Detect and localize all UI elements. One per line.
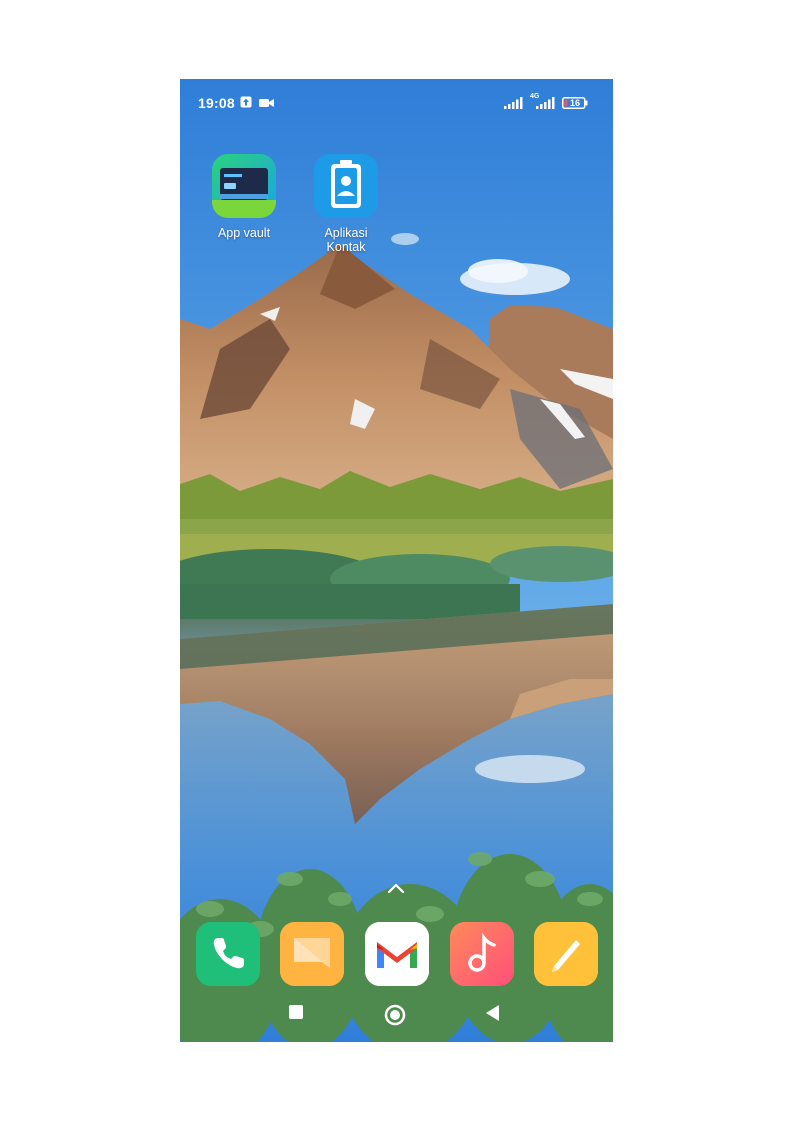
video-camera-icon: [259, 99, 274, 107]
gmail-icon: [365, 922, 429, 986]
music-app[interactable]: [450, 922, 514, 986]
signal-icon-2: [536, 97, 555, 109]
notes-app[interactable]: [534, 922, 598, 986]
app-vault-icon[interactable]: [212, 154, 276, 218]
messages-icon: [280, 922, 344, 986]
recents-square-icon[interactable]: [288, 1004, 304, 1020]
contacts-label-line2: Kontak: [326, 240, 366, 254]
status-bar: 19:08 4G 16: [180, 79, 613, 127]
back-triangle-icon[interactable]: [485, 1004, 501, 1022]
signal-icon: [504, 97, 523, 109]
phone-icon: [213, 938, 244, 969]
music-icon: [450, 922, 514, 986]
phone-screen: 19:08 4G 16 App vault Aplikasi Kontak: [180, 79, 613, 1042]
upload-arrow-icon: [240, 96, 252, 108]
app-vault[interactable]: App vault: [204, 154, 284, 240]
contacts-icon[interactable]: [314, 154, 378, 218]
status-time: 19:08: [198, 95, 235, 111]
contacts-label-line1: Aplikasi: [324, 226, 368, 240]
contacts-app[interactable]: Aplikasi Kontak: [306, 154, 386, 254]
contacts-app-label: Aplikasi Kontak: [306, 226, 386, 254]
gmail-app[interactable]: [365, 922, 429, 986]
chevron-up-icon[interactable]: [387, 882, 405, 894]
app-vault-label: App vault: [217, 226, 271, 240]
battery-level: 16: [569, 98, 580, 108]
phone-app[interactable]: [196, 922, 260, 986]
messages-app[interactable]: [280, 922, 344, 986]
home-circle-icon[interactable]: [384, 1004, 406, 1026]
notes-icon: [534, 922, 598, 986]
